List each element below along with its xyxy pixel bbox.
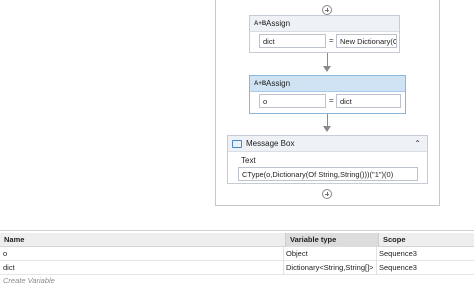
activity-title: Message Box [246, 139, 295, 148]
equals-sign: = [329, 96, 334, 105]
variables-header: Name Variable type Scope [0, 233, 474, 247]
activity-title: Assign [266, 79, 291, 88]
assign-icon: A+B [254, 80, 267, 87]
variable-row[interactable]: dict Dictionary<String,String[]> Sequenc… [0, 261, 474, 275]
assign-to-field[interactable]: o [259, 94, 326, 108]
variable-row[interactable]: o Object Sequence3 [0, 247, 474, 261]
variable-scope[interactable]: Sequence3 [376, 247, 474, 261]
assign-activity-1[interactable]: A+B Assign dict = New Dictionary(Of [249, 15, 400, 53]
add-activity-icon[interactable] [322, 189, 332, 199]
assign-activity-2[interactable]: A+B Assign o = dict [249, 75, 406, 114]
variable-name[interactable]: o [0, 247, 283, 261]
connector-line [327, 53, 328, 67]
collapse-icon[interactable]: ⌃ [414, 139, 421, 148]
column-scope-header[interactable]: Scope [379, 233, 474, 247]
assign-activity-header[interactable]: A+B Assign [250, 16, 399, 32]
activity-title: Assign [266, 19, 291, 28]
workflow-designer: A+B Assign dict = New Dictionary(Of A+B … [0, 0, 474, 230]
variables-panel: Name Variable type Scope o Object Sequen… [0, 230, 474, 293]
text-label: Text [241, 156, 256, 165]
assign-to-field[interactable]: dict [259, 34, 326, 48]
message-text-field[interactable]: CType(o,Dictionary(Of String,String()))(… [238, 167, 418, 181]
add-activity-icon[interactable] [322, 5, 332, 15]
connector-arrow-icon [323, 66, 331, 72]
message-box-icon [232, 139, 242, 148]
connector-arrow-icon [323, 126, 331, 132]
assign-activity-header[interactable]: A+B Assign [250, 76, 405, 92]
assign-value-field[interactable]: New Dictionary(Of [336, 34, 397, 48]
column-name-header[interactable]: Name [0, 233, 285, 247]
equals-sign: = [329, 36, 334, 45]
assign-value-field[interactable]: dict [336, 94, 401, 108]
create-variable-link[interactable]: Create Variable [3, 276, 55, 285]
message-box-header[interactable]: Message Box ⌃ [228, 136, 427, 152]
message-box-activity[interactable]: Message Box ⌃ Text CType(o,Dictionary(Of… [227, 135, 428, 184]
variable-scope[interactable]: Sequence3 [376, 261, 474, 275]
sequence-container[interactable]: A+B Assign dict = New Dictionary(Of A+B … [215, 0, 440, 206]
assign-icon: A+B [254, 20, 267, 27]
column-type-header[interactable]: Variable type [286, 233, 378, 247]
variable-type[interactable]: Object [283, 247, 376, 261]
variable-type[interactable]: Dictionary<String,String[]> [283, 261, 376, 275]
variable-name[interactable]: dict [0, 261, 283, 275]
